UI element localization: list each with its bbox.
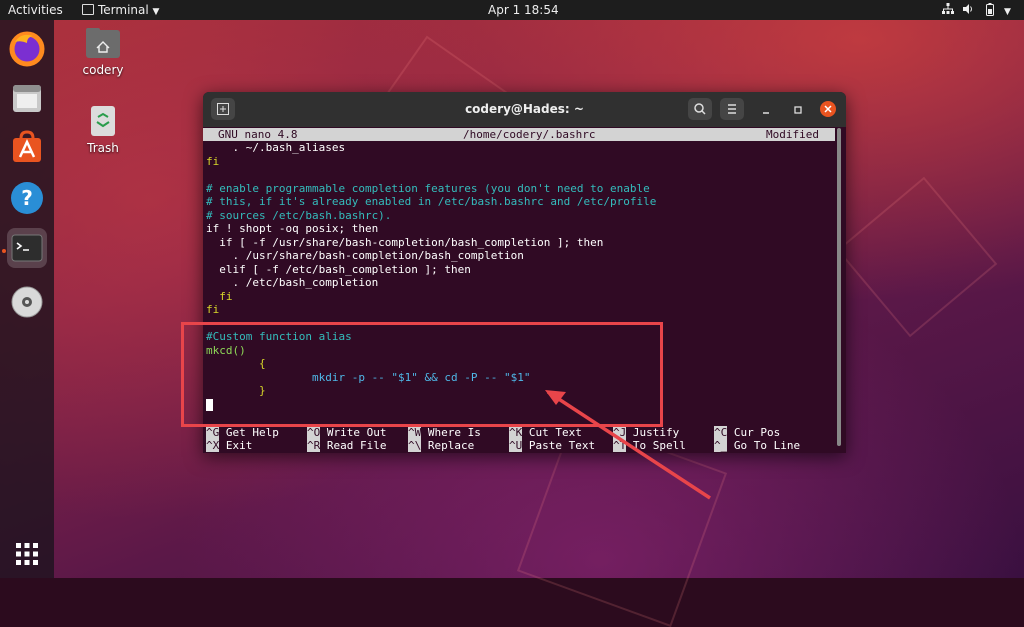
annotation-arrow: [545, 390, 711, 500]
